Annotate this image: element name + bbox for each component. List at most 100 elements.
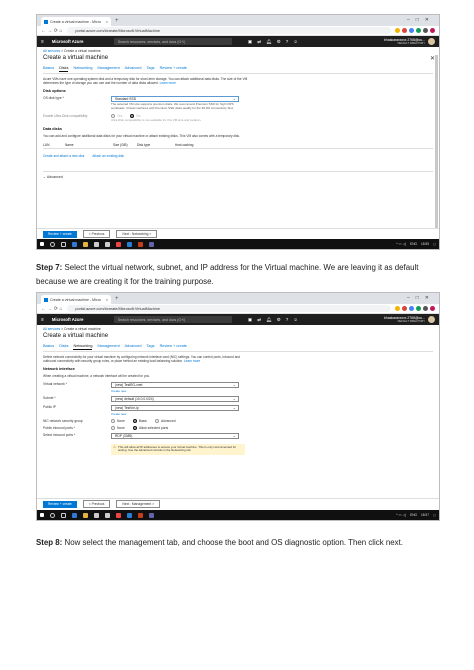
azure-brand[interactable]: Microsoft Azure [52, 39, 114, 44]
tray-icons[interactable]: ^ ▭ ◁) [396, 513, 406, 517]
menu-icon[interactable]: ≡ [41, 317, 44, 323]
nsg-advanced-option[interactable]: Advanced [154, 419, 176, 423]
language-indicator[interactable]: ENG [410, 242, 417, 246]
word-icon[interactable] [127, 512, 132, 518]
select-ports-select[interactable]: RDP (3389) ⌄ [111, 432, 239, 439]
extension-icon[interactable] [395, 306, 400, 311]
menu-icon[interactable]: ≡ [41, 39, 44, 45]
tab-review-create[interactable]: Review + create [160, 344, 187, 350]
extension-icon[interactable] [402, 306, 407, 311]
powerpoint-icon[interactable] [138, 512, 143, 518]
os-disk-type-select[interactable]: Standard SSD ⌄ [111, 96, 239, 103]
directory-icon[interactable]: ⇄ [257, 317, 261, 323]
extension-icon[interactable] [423, 28, 428, 33]
powerpoint-icon[interactable] [138, 241, 143, 247]
teams-icon[interactable] [149, 512, 154, 518]
account-info[interactable]: bhaskaraxxxxx 2768@ou... DEFAULT DIRECTO… [384, 38, 425, 46]
directory-icon[interactable]: ⇄ [257, 39, 261, 45]
tab-review-create[interactable]: Review + create [160, 66, 187, 72]
search-input[interactable]: Search resources, services, and docs (G+… [113, 316, 232, 323]
clock[interactable]: 18:55 [421, 242, 429, 246]
help-icon[interactable]: ? [286, 317, 289, 323]
profile-icon[interactable] [430, 306, 435, 311]
notifications-icon[interactable]: ▢ [433, 242, 436, 246]
edge-icon[interactable] [72, 512, 77, 518]
task-view-icon[interactable] [61, 512, 66, 518]
feedback-icon[interactable]: ☺ [293, 317, 298, 323]
url-field[interactable]: portal.azure.com/#create/Microsoft.Virtu… [67, 305, 391, 312]
extension-icon[interactable] [395, 28, 400, 33]
clock[interactable]: 18:57 [421, 513, 429, 517]
new-tab-icon[interactable]: + [115, 17, 119, 26]
windows-start-icon[interactable] [40, 513, 44, 517]
bell-icon[interactable]: 🔔︎ [266, 317, 272, 323]
vnet-select[interactable]: (new) TestRG-vnet ⌄ [111, 381, 239, 388]
tab-management[interactable]: Management [97, 66, 119, 72]
cloud-shell-icon[interactable]: ▣ [248, 39, 252, 45]
store-icon[interactable] [94, 512, 99, 518]
tray-icons[interactable]: ^ ▭ ◁) [396, 242, 406, 246]
subnet-select[interactable]: (new) default (10.0.0.0/24) ⌄ [111, 395, 239, 402]
extension-icon[interactable] [416, 28, 421, 33]
new-tab-icon[interactable]: + [115, 295, 119, 304]
ports-allow-option[interactable]: Allow selected ports [132, 426, 168, 430]
url-field[interactable]: portal.azure.com/#create/Microsoft.Virtu… [67, 27, 391, 34]
browser-tab[interactable]: Create a virtual machine - Micro × [41, 295, 111, 304]
explorer-icon[interactable] [83, 241, 88, 247]
review-create-button[interactable]: Review + create [43, 500, 77, 508]
breadcrumb-all-services[interactable]: All services [43, 49, 60, 53]
mail-icon[interactable] [105, 241, 110, 247]
tab-disks[interactable]: Disks [59, 66, 69, 72]
advanced-section-toggle[interactable]: ⌄ Advanced [43, 171, 433, 179]
review-create-button[interactable]: Review + create [43, 230, 77, 238]
tab-advanced[interactable]: Advanced [125, 66, 142, 72]
nav-arrows-icon[interactable]: ← → ⟳ ⌂ [41, 28, 62, 34]
window-controls[interactable]: –□✕ [407, 17, 435, 23]
tab-disks[interactable]: Disks [59, 344, 68, 350]
extension-icon[interactable] [409, 306, 414, 311]
tab-tags[interactable]: Tags [147, 66, 155, 72]
close-icon[interactable]: × [106, 19, 108, 24]
account-info[interactable]: bhaskaraxxxxx 2768@ou... DEFAULT DIRECTO… [384, 316, 425, 324]
extension-icon[interactable] [423, 306, 428, 311]
language-indicator[interactable]: ENG [410, 513, 417, 517]
store-icon[interactable] [94, 241, 99, 247]
vnet-create-new-link[interactable]: Create new [111, 389, 239, 393]
attach-existing-disk-link[interactable]: Attach an existing disk [92, 154, 124, 158]
ports-none-option[interactable]: None [111, 426, 125, 430]
notifications-icon[interactable]: ▢ [433, 513, 436, 517]
explorer-icon[interactable] [83, 512, 88, 518]
azure-brand[interactable]: Microsoft Azure [52, 317, 114, 322]
chrome-icon[interactable] [116, 241, 121, 247]
breadcrumb-all-services[interactable]: All services [43, 327, 60, 331]
tab-basics[interactable]: Basics [43, 66, 54, 72]
learn-more-link[interactable]: Learn more [184, 359, 200, 363]
search-icon[interactable] [50, 241, 55, 247]
learn-more-link[interactable]: Learn more [160, 81, 176, 85]
profile-icon[interactable] [430, 28, 435, 33]
search-input[interactable]: Search resources, services, and docs (G+… [113, 38, 232, 45]
nav-arrows-icon[interactable]: ← → ⟳ ⌂ [41, 306, 62, 312]
tab-tags[interactable]: Tags [147, 344, 155, 350]
chrome-icon[interactable] [116, 512, 121, 518]
window-controls[interactable]: –□✕ [407, 295, 435, 301]
extension-icon[interactable] [409, 28, 414, 33]
cloud-shell-icon[interactable]: ▣ [248, 317, 252, 323]
public-ip-select[interactable]: (new) TestVm-ip ⌄ [111, 404, 239, 411]
scrollbar[interactable] [435, 55, 438, 235]
edge-icon[interactable] [72, 241, 77, 247]
nsg-none-option[interactable]: None [111, 419, 125, 423]
help-icon[interactable]: ? [286, 39, 289, 45]
avatar[interactable] [428, 38, 435, 45]
close-icon[interactable]: × [106, 297, 108, 302]
feedback-icon[interactable]: ☺ [293, 39, 298, 45]
tab-networking[interactable]: Networking [73, 66, 92, 72]
tab-networking[interactable]: Networking [73, 344, 93, 350]
gear-icon[interactable]: ⚙ [277, 39, 281, 45]
create-attach-disk-link[interactable]: Create and attach a new disk [43, 154, 84, 158]
word-icon[interactable] [127, 241, 132, 247]
nsg-basic-option[interactable]: Basic [132, 419, 147, 423]
extension-icon[interactable] [402, 28, 407, 33]
public-ip-create-new-link[interactable]: Create new [111, 412, 239, 416]
search-icon[interactable] [50, 512, 55, 518]
